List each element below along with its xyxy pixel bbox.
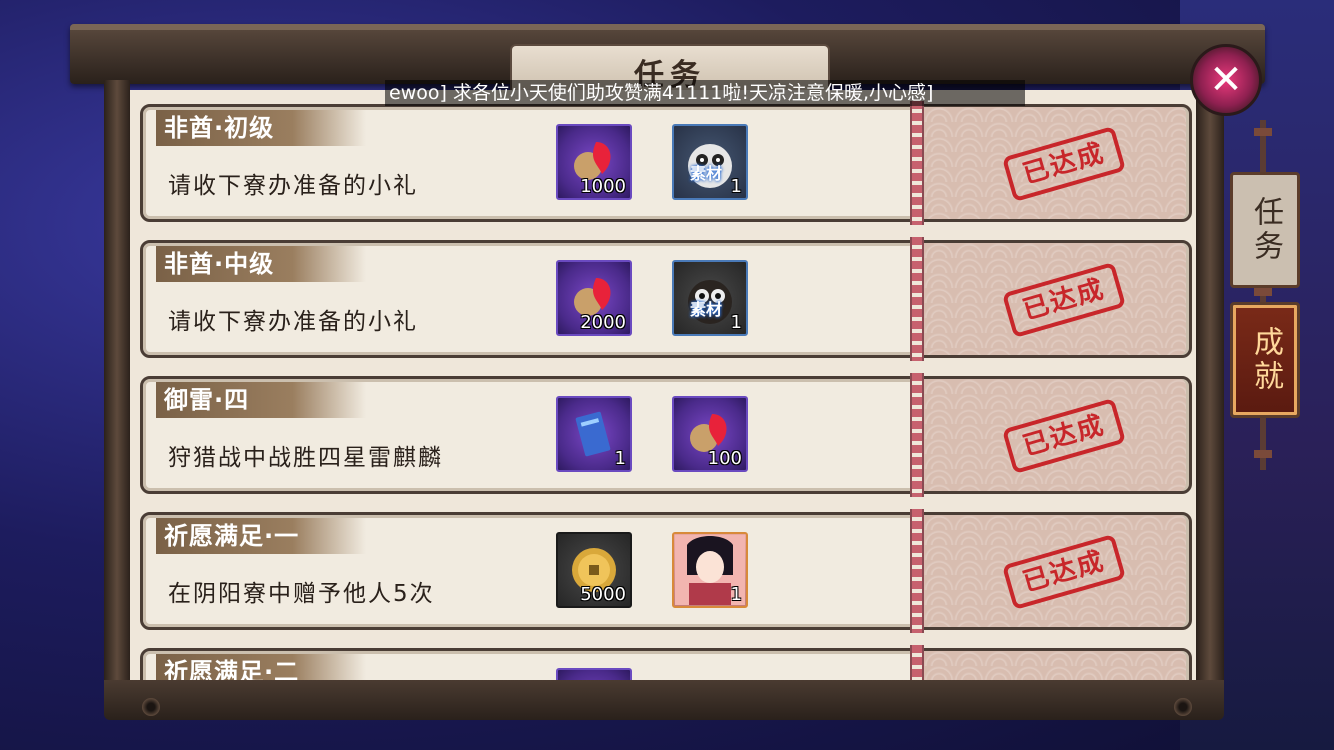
tab-achievements[interactable]: 成就 [1230, 302, 1300, 418]
status-panel [924, 651, 1186, 680]
reward-slot[interactable]: 素材 1 [672, 124, 748, 200]
task-description: 请收下寮办准备的小礼 [168, 173, 418, 199]
reward-slot[interactable]: 2000 [556, 260, 632, 336]
task-name: 御雷·四 [164, 386, 250, 414]
reward-quantity: 5000 [580, 584, 626, 605]
reward-quantity: 1 [730, 312, 742, 333]
status-panel: 已达成 [924, 515, 1186, 627]
task-row[interactable]: 祈愿满足·二 [140, 645, 1192, 680]
close-icon: ✕ [1209, 57, 1243, 103]
task-row[interactable]: 非酋·中级 请收下寮办准备的小礼 2000 素材 1 已达成 [140, 237, 1192, 361]
reward-slot[interactable]: 1000 [556, 124, 632, 200]
task-row[interactable]: 祈愿满足·一 在阴阳寮中赠予他人5次 5000 1 已达成 [140, 509, 1192, 633]
scroll-frame-bottom [104, 680, 1224, 720]
frame-bolt [1174, 698, 1192, 716]
reward-slot[interactable] [556, 668, 632, 680]
announcement-marquee: ewoo] 求各位小天使们助攻赞满41111啦!天凉注意保暖,小心感] [385, 80, 1025, 106]
task-name: 非酋·中级 [164, 250, 275, 278]
status-panel: 已达成 [924, 107, 1186, 219]
task-name: 祈愿满足·二 [164, 658, 300, 680]
material-tag: 素材 [690, 300, 723, 319]
task-description: 请收下寮办准备的小礼 [168, 309, 418, 335]
row-divider [910, 101, 924, 225]
scroll-frame-left [104, 80, 130, 700]
completed-stamp: 已达成 [1001, 261, 1127, 339]
status-panel: 已达成 [924, 379, 1186, 491]
row-divider [910, 509, 924, 633]
reward-quantity: 1 [730, 176, 742, 197]
row-divider [910, 237, 924, 361]
task-row[interactable]: 御雷·四 狩猎战中战胜四星雷麒麟 1 100 已达成 [140, 373, 1192, 497]
reward-quantity: 1000 [580, 176, 626, 197]
reward-slot[interactable]: 1 [672, 532, 748, 608]
reward-quantity: 1 [730, 584, 742, 605]
task-description: 在阴阳寮中赠予他人5次 [168, 581, 435, 607]
material-tag: 素材 [690, 164, 723, 183]
task-list[interactable]: 非酋·初级 请收下寮办准备的小礼 1000 素材 1 已达成 非酋·中级 请收下… [130, 90, 1196, 680]
frame-bolt [142, 698, 160, 716]
task-row[interactable]: 非酋·初级 请收下寮办准备的小礼 1000 素材 1 已达成 [140, 101, 1192, 225]
reward-slot[interactable]: 1 [556, 396, 632, 472]
tab-tasks[interactable]: 任务 [1230, 172, 1300, 288]
reward-slot[interactable]: 5000 [556, 532, 632, 608]
reward-quantity: 2000 [580, 312, 626, 333]
completed-stamp: 已达成 [1001, 397, 1127, 475]
status-panel: 已达成 [924, 243, 1186, 355]
close-button[interactable]: ✕ [1190, 44, 1262, 116]
task-name: 祈愿满足·一 [164, 522, 300, 550]
reward-slot[interactable]: 100 [672, 396, 748, 472]
scroll-frame-right [1196, 80, 1224, 700]
row-divider [910, 645, 924, 680]
reward-quantity: 100 [707, 448, 742, 469]
reward-quantity: 1 [614, 448, 626, 469]
task-description: 狩猎战中战胜四星雷麒麟 [168, 445, 443, 471]
completed-stamp: 已达成 [1001, 125, 1127, 203]
row-divider [910, 373, 924, 497]
task-name: 非酋·初级 [164, 114, 275, 142]
reward-slot[interactable]: 素材 1 [672, 260, 748, 336]
completed-stamp: 已达成 [1001, 533, 1127, 611]
